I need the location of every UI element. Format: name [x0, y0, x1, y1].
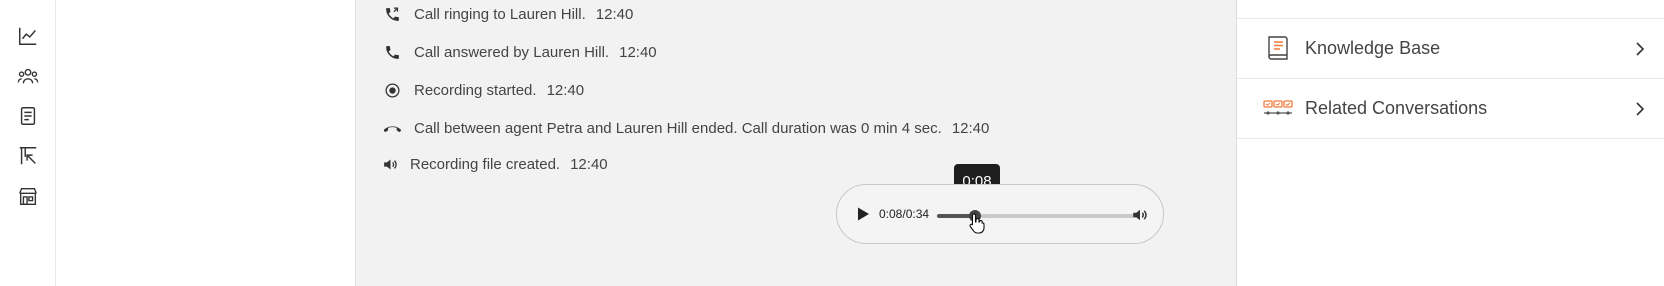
chevron-right-icon — [1633, 101, 1647, 117]
side-panel-item-related-conversations[interactable]: Related Conversations — [1237, 79, 1664, 139]
event-text: Recording file created. — [410, 155, 561, 173]
event-time: 12:40 — [619, 43, 657, 61]
timeline-event: Call between agent Petra and Lauren Hill… — [382, 117, 989, 139]
record-icon — [382, 80, 402, 100]
event-text: Call answered by Lauren Hill. — [414, 43, 610, 61]
reports-icon[interactable] — [16, 144, 40, 168]
timeline-event: Call ringing to Lauren Hill. 12:40 — [382, 3, 633, 25]
left-nav-rail — [0, 0, 56, 286]
play-icon[interactable] — [855, 206, 871, 222]
timeline-event: Recording started. 12:40 — [382, 79, 584, 101]
side-panel-item-label: Related Conversations — [1305, 98, 1488, 118]
document-icon[interactable] — [16, 104, 40, 128]
event-text: Recording started. — [414, 81, 537, 99]
side-panel-item-label: Knowledge Base — [1305, 38, 1441, 58]
chevron-right-icon — [1633, 41, 1647, 57]
event-text: Call between agent Petra and Lauren Hill… — [414, 119, 942, 137]
audio-player: 0:08/0:34 — [836, 184, 1164, 244]
timeline-event: Call answered by Lauren Hill. 12:40 — [382, 41, 657, 63]
team-icon[interactable] — [16, 64, 40, 88]
phone-icon — [382, 42, 402, 62]
speaker-icon — [380, 154, 400, 174]
store-icon[interactable] — [16, 184, 40, 208]
volume-icon[interactable] — [1131, 206, 1149, 224]
analytics-icon[interactable] — [16, 24, 40, 48]
hang-up-icon — [382, 118, 402, 138]
call-forward-icon — [382, 4, 402, 24]
conversation-timeline: Call ringing to Lauren Hill. 12:40 Call … — [356, 0, 1236, 286]
event-time: 12:40 — [595, 5, 634, 23]
event-time: 12:40 — [951, 119, 990, 137]
side-panel-item-knowledge-base[interactable]: Knowledge Base — [1237, 19, 1664, 79]
book-icon — [1263, 33, 1293, 63]
hand-cursor-icon — [968, 212, 986, 234]
right-side-panel: Knowledge Base Related Conversations — [1236, 0, 1664, 286]
event-time: 12:40 — [570, 155, 608, 173]
timeline-event: Recording file created. 12:40 — [380, 153, 608, 175]
list-column — [56, 0, 356, 286]
side-panel-item-previous[interactable] — [1237, 0, 1664, 19]
conversations-icon — [1263, 93, 1293, 123]
time-display: 0:08/0:34 — [879, 207, 930, 221]
event-time: 12:40 — [546, 81, 585, 99]
event-text: Call ringing to Lauren Hill. — [414, 5, 586, 23]
